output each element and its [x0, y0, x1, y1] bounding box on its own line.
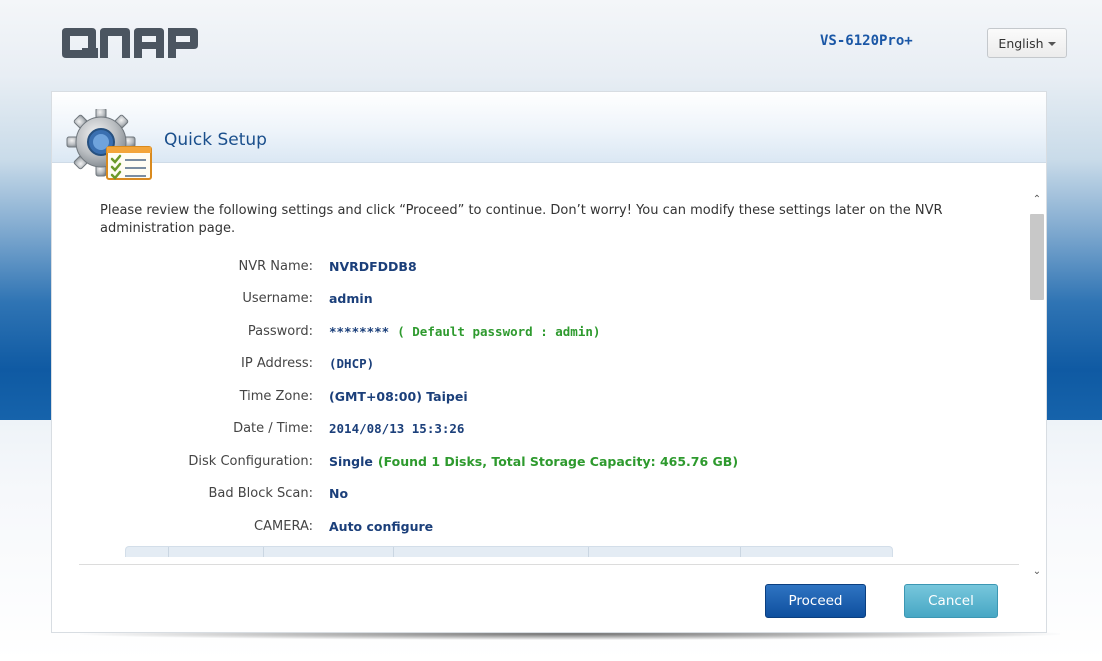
setting-row-password: Password: ******** ( Default password : … [100, 315, 1020, 348]
setting-label: Bad Block Scan: [208, 486, 313, 502]
cancel-button[interactable]: Cancel [904, 584, 998, 618]
scroll-up-icon[interactable]: ⌃ [1030, 192, 1044, 206]
setting-value: (GMT+08:00) Taipei [329, 388, 468, 404]
table-column-divider [740, 547, 741, 557]
content-scrollbar[interactable]: ⌃ ⌄ [1030, 192, 1044, 578]
setting-row-ip-address: IP Address: (DHCP) [100, 348, 1020, 381]
intro-text: Please review the following settings and… [100, 203, 943, 236]
setting-label: Password: [247, 323, 313, 339]
scroll-down-icon[interactable]: ⌄ [1030, 564, 1044, 578]
setting-label: Username: [242, 291, 313, 307]
table-column-divider [393, 547, 394, 557]
setting-row-bad-block-scan: Bad Block Scan: No [100, 478, 1020, 511]
setting-note: ( Default password : admin) [397, 323, 601, 339]
proceed-button[interactable]: Proceed [765, 584, 866, 618]
device-model: VS-6120Pro+ [820, 33, 913, 49]
scroll-thumb[interactable] [1030, 214, 1044, 300]
quick-setup-dialog: Quick Setup Please review the following … [51, 91, 1047, 633]
footer-divider [79, 564, 1019, 565]
setting-label: CAMERA: [254, 518, 313, 534]
setting-value: admin [329, 291, 373, 307]
setting-label: NVR Name: [238, 258, 313, 274]
language-label: English [998, 35, 1044, 51]
setting-value: ******** [329, 323, 390, 339]
setting-value: 2014/08/13 15:3:26 [329, 421, 465, 437]
setting-row-time-zone: Time Zone: (GMT+08:00) Taipei [100, 380, 1020, 413]
setting-label: IP Address: [241, 356, 313, 372]
setting-value: NVRDFDDB8 [329, 258, 417, 274]
setting-row-username: Username: admin [100, 283, 1020, 316]
setting-value: (DHCP) [329, 356, 375, 372]
qnap-logo [62, 28, 208, 58]
setting-label: Disk Configuration: [188, 453, 313, 469]
setting-value: Single [329, 453, 373, 469]
table-column-divider [263, 547, 264, 557]
table-column-divider [588, 547, 589, 557]
table-column-divider [168, 547, 169, 557]
language-dropdown[interactable]: English [987, 28, 1067, 58]
qnap-logo-icon [62, 28, 198, 58]
setting-value: No [329, 486, 349, 502]
setting-row-disk-configuration: Disk Configuration: Single (Found 1 Disk… [100, 445, 1020, 478]
dialog-title: Quick Setup [164, 130, 267, 150]
settings-list: NVR Name: NVRDFDDB8 Username: admin Pass… [100, 250, 1020, 543]
setting-row-camera: CAMERA: Auto configure [100, 510, 1020, 543]
setting-note: (Found 1 Disks, Total Storage Capacity: … [377, 453, 739, 469]
dialog-header [52, 92, 1046, 163]
setting-value: Auto configure [329, 518, 434, 534]
camera-table-header [125, 546, 893, 557]
setting-row-nvr-name: NVR Name: NVRDFDDB8 [100, 250, 1020, 283]
setting-row-date-time: Date / Time: 2014/08/13 15:3:26 [100, 413, 1020, 446]
dialog-content: Please review the following settings and… [100, 202, 1020, 543]
setting-label: Date / Time: [233, 421, 313, 437]
quick-setup-gear-checklist-icon [66, 109, 152, 180]
chevron-down-icon [1047, 42, 1056, 46]
setting-label: Time Zone: [239, 388, 313, 404]
